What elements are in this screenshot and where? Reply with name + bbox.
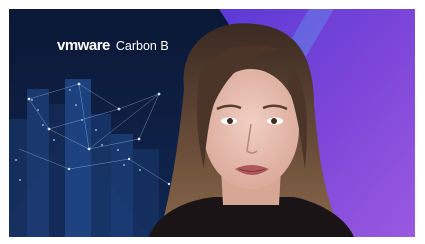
product-name-text: Carbon B (115, 39, 169, 53)
video-frame: vmware Carbon B (9, 9, 415, 237)
vmware-logo: vmware (57, 37, 110, 54)
background-brand-title: vmware Carbon B (57, 37, 169, 54)
